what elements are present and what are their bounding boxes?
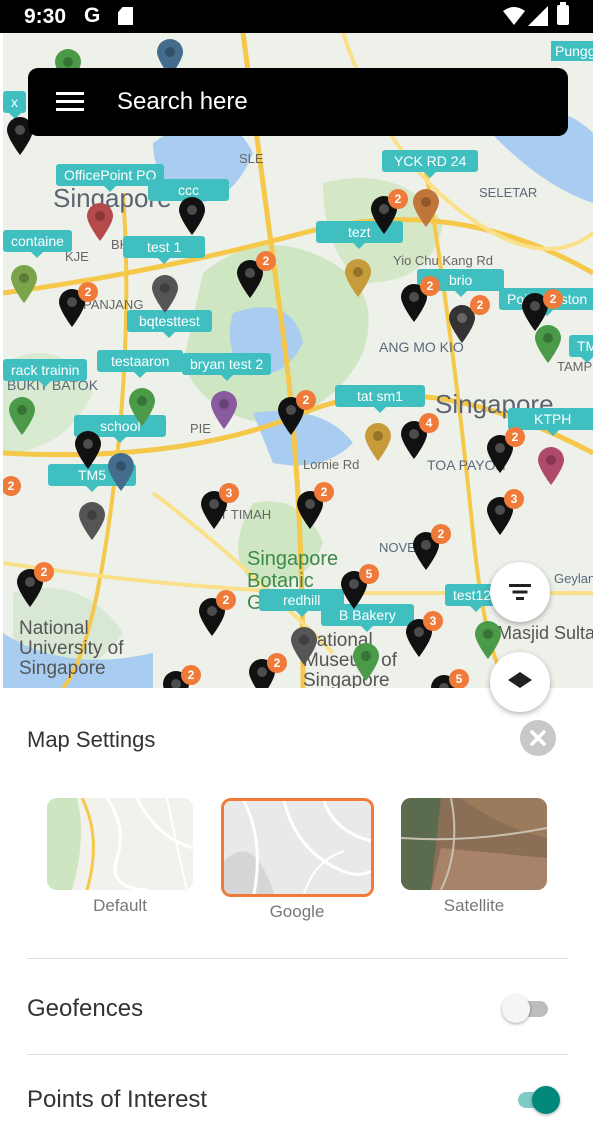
status-time: 9:30 (24, 5, 67, 28)
map-type-default-label: Default (93, 896, 147, 915)
cluster-badge: 2 (78, 282, 98, 302)
signal-icon (528, 6, 548, 26)
map-label-yio-chu-kang-rd: Yio Chu Kang Rd (393, 253, 493, 268)
cluster-badge: 3 (423, 611, 443, 631)
google-map-thumbnail (224, 801, 371, 894)
cluster-badge: 5 (449, 669, 469, 688)
map-label-punggol: Punggol (551, 41, 593, 61)
sheet-title: Map Settings (27, 727, 156, 752)
map-pin-icon[interactable] (413, 189, 439, 227)
map-type-google-label: Google (269, 902, 325, 921)
map-pin-icon[interactable] (365, 423, 391, 461)
layers-button[interactable] (490, 652, 550, 712)
filter-icon (509, 584, 531, 600)
map-type-satellite-label: Satellite (443, 896, 505, 915)
cluster-badge: 3 (504, 489, 524, 509)
geofences-label: Geofences (27, 995, 144, 1022)
layers-icon (508, 672, 532, 688)
filter-button[interactable] (490, 562, 550, 622)
wifi-icon (503, 7, 525, 25)
geofences-toggle[interactable] (502, 993, 552, 1023)
pin-tag-container[interactable]: containe (3, 230, 72, 258)
cluster-badge: 3 (219, 483, 239, 503)
poi-label: Points of Interest (27, 1086, 208, 1113)
search-input[interactable]: Search here (117, 88, 248, 116)
map-label-seletar: SELETAR (479, 185, 538, 200)
map-pin-icon[interactable] (179, 197, 205, 235)
pin-tag-bryan-test-2[interactable]: bryan test 2 (182, 353, 272, 381)
cluster-badge: 2 (267, 653, 287, 673)
default-map-thumbnail (47, 798, 193, 890)
map-pin-icon[interactable] (535, 325, 561, 363)
pin-tag-yck-rd-24[interactable]: YCK RD 24 (382, 150, 479, 178)
map-label-pie: PIE (190, 421, 211, 436)
map-label-geylang: Geylang (554, 571, 593, 586)
map-label-lornie-rd: Lornie Rd (303, 457, 360, 472)
menu-icon[interactable] (56, 92, 84, 112)
pin-tag-tm[interactable]: TM (569, 335, 593, 363)
cluster-badge: 2 (431, 524, 451, 544)
divider (27, 1054, 568, 1055)
divider (27, 958, 568, 959)
map-pin-icon[interactable] (87, 203, 113, 241)
map-type-google[interactable] (221, 798, 374, 897)
map-pin-icon[interactable] (152, 275, 178, 313)
battery-icon (557, 2, 569, 25)
cluster-badge: 2 (505, 427, 525, 447)
map-label-sle: SLE (239, 151, 264, 166)
map-type-default[interactable] (47, 798, 193, 890)
google-icon: G (84, 4, 101, 27)
close-icon (530, 730, 546, 746)
pin-tag-tat-sm1[interactable]: tat sm1 (335, 385, 425, 413)
map-pin-icon[interactable] (79, 502, 105, 540)
poi-toggle[interactable] (512, 1084, 562, 1114)
sd-card-icon (118, 7, 133, 25)
cluster-badge: 2 (543, 289, 563, 309)
cluster-badge: 2 (470, 295, 490, 315)
map-pin-icon[interactable] (11, 265, 37, 303)
map-pin-icon[interactable] (353, 643, 379, 681)
cluster-badge: 2 (388, 189, 408, 209)
search-bar[interactable]: Search here (28, 68, 568, 136)
cluster-badge: 5 (359, 564, 379, 584)
status-bar: 9:30 G (0, 0, 593, 33)
map-label-nus: National University of Singapore (19, 618, 124, 679)
map-pin-icon[interactable] (211, 391, 237, 429)
map-pin-icon[interactable] (108, 453, 134, 491)
pin-tag-testaaron[interactable]: testaaron (97, 350, 184, 378)
map-settings-sheet: Map Settings Default Google Satellite Ge… (0, 688, 593, 1141)
map-pin-icon[interactable] (129, 388, 155, 426)
map-pin-icon[interactable] (9, 397, 35, 435)
pin-tag-b-bakery[interactable]: B Bakery (321, 604, 414, 632)
pin-tag-rack-training[interactable]: rack trainin (3, 359, 88, 387)
map-pin-icon[interactable] (345, 259, 371, 297)
satellite-map-thumbnail (401, 798, 547, 890)
cluster-badge: 2 (181, 665, 201, 685)
cluster-badge: 2 (314, 482, 334, 502)
cluster-badge: 2 (420, 276, 440, 296)
cluster-badge: 2 (216, 590, 236, 610)
pin-tag-bqtesttest[interactable]: bqtesttest (127, 310, 212, 338)
map-pin-icon[interactable] (291, 627, 317, 665)
cluster-badge: 2 (34, 562, 54, 582)
map-pin-icon[interactable] (75, 431, 101, 469)
cluster-badge: 2 (256, 251, 276, 271)
pin-tag-test1[interactable]: test 1 (123, 236, 206, 264)
map-label-masjid-sultan: Masjid Sultan (497, 623, 593, 643)
pin-tag-ktph[interactable]: KTPH (508, 408, 593, 436)
pin-tag-x[interactable]: x (3, 91, 26, 119)
cluster-badge: 4 (419, 413, 439, 433)
cluster-badge: 2 (296, 390, 316, 410)
map-pin-icon[interactable] (538, 447, 564, 485)
map-type-satellite[interactable] (401, 798, 547, 890)
close-button[interactable] (520, 720, 556, 756)
